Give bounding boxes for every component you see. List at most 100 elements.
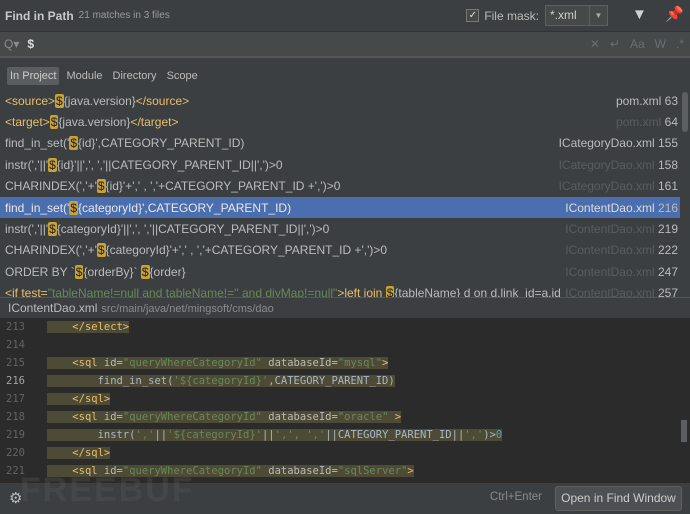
chevron-down-icon[interactable]: ▼ — [589, 6, 607, 25]
result-segment: "tableName!=null and tableName!='' and d… — [48, 286, 338, 297]
code-token: <sql — [72, 411, 104, 423]
result-row[interactable]: CHARINDEX(','+'${categoryId}'+',' , ','+… — [0, 240, 680, 261]
result-segment: {categoryId}'+',' , ','+CATEGORY_PARENT_… — [106, 243, 388, 257]
result-row[interactable]: ORDER BY `${orderBy}` ${order}IContentDa… — [0, 261, 680, 282]
code-token: id= — [104, 411, 123, 423]
result-segment: {tableName} d on d.link_id=a.id — [394, 286, 560, 297]
match-case-icon[interactable]: Aa — [630, 37, 645, 51]
file-mask-value[interactable]: *.xml — [546, 6, 589, 25]
tab-module[interactable]: Module — [63, 67, 105, 85]
tab-scope[interactable]: Scope — [164, 67, 201, 85]
match-highlight: $ — [55, 94, 64, 108]
result-line: 63 — [665, 94, 678, 108]
result-segment: {categoryId}',CATEGORY_PARENT_ID) — [78, 201, 291, 215]
result-segment: {categoryId}'||',', ','||CATEGORY_PARENT… — [57, 222, 330, 236]
tab-in-project[interactable]: In Project — [7, 67, 59, 85]
dialog-title: Find in Path — [5, 9, 74, 23]
result-segment: ORDER BY ` — [5, 265, 75, 279]
words-icon[interactable]: W — [655, 37, 666, 51]
result-text: <target>${java.version}</target> — [5, 115, 178, 129]
search-icon[interactable]: Q▾ — [4, 37, 19, 51]
result-line: 219 — [658, 222, 678, 236]
code-token: instr( — [98, 429, 136, 441]
result-file: ICategoryDao.xml — [559, 158, 655, 172]
result-line: 216 — [658, 201, 678, 215]
result-location: IContentDao.xml 222 — [565, 243, 678, 257]
code-line: instr(','||'${categoryId}'||',', ','||CA… — [47, 426, 690, 444]
result-segment: CHARINDEX(','+' — [5, 179, 97, 193]
result-file: IContentDao.xml — [565, 222, 654, 236]
result-segment: <if test= — [5, 286, 48, 297]
code-line: <sql id="queryWhereCategoryId" databaseI… — [47, 408, 690, 426]
result-segment: >left join — [337, 286, 385, 297]
result-line: 257 — [658, 286, 678, 297]
result-file: pom.xml — [616, 115, 661, 129]
code-token: "sqlServer" — [338, 465, 408, 477]
search-input[interactable]: $ — [27, 37, 34, 51]
result-location: IContentDao.xml 247 — [565, 265, 678, 279]
gear-icon[interactable]: ⚙ — [9, 489, 22, 507]
code-token: "mysql" — [338, 357, 382, 369]
code-token: </sql> — [72, 447, 110, 459]
result-row[interactable]: CHARINDEX(','+'${id}'+',' , ','+CATEGORY… — [0, 176, 680, 197]
code-token: ',', ',' — [275, 429, 326, 441]
code-token: '${categoryId}' — [167, 429, 262, 441]
result-line: 64 — [665, 115, 678, 129]
filter-icon[interactable]: ▼ — [632, 6, 647, 23]
match-highlight: $ — [48, 158, 57, 172]
file-mask-checkbox[interactable]: ✓ — [466, 9, 479, 22]
code-token: ',' — [136, 429, 155, 441]
code-token: ,CATEGORY_PARENT_ID) — [268, 375, 394, 387]
result-location: ICategoryDao.xml 158 — [559, 158, 678, 172]
code-token: databaseId= — [262, 411, 338, 423]
shortcut-hint: Ctrl+Enter — [490, 491, 542, 503]
code-token: "queryWhereCategoryId" — [123, 411, 262, 423]
results-scrollbar[interactable] — [682, 92, 688, 132]
code-token: find_in_set( — [98, 375, 174, 387]
code-token: > — [407, 465, 413, 477]
result-text: find_in_set('${id}',CATEGORY_PARENT_ID) — [5, 136, 244, 150]
result-row[interactable]: <if test="tableName!=null and tableName!… — [0, 283, 680, 297]
open-in-find-window-button[interactable]: Open in Find Window — [555, 486, 682, 511]
result-line: 155 — [658, 136, 678, 150]
multiline-icon[interactable]: ↵ — [610, 37, 620, 51]
code-token: '${categoryId}' — [173, 375, 268, 387]
code-token: > — [382, 357, 388, 369]
code-line: </select> — [47, 318, 690, 336]
clear-icon[interactable]: ✕ — [590, 37, 600, 51]
code-token: </sql> — [72, 393, 110, 405]
code-token: ||CATEGORY_PARENT_ID|| — [325, 429, 464, 441]
result-file: pom.xml — [616, 94, 661, 108]
result-location: ICategoryDao.xml 155 — [559, 136, 678, 150]
file-mask-label: File mask: — [484, 9, 539, 23]
result-row[interactable]: instr(','||'${categoryId}'||',', ','||CA… — [0, 218, 680, 239]
result-line: 158 — [658, 158, 678, 172]
tab-directory[interactable]: Directory — [110, 67, 160, 85]
result-row[interactable]: find_in_set('${id}',CATEGORY_PARENT_ID) I… — [0, 133, 680, 154]
result-file: IContentDao.xml — [565, 265, 654, 279]
result-segment: CHARINDEX(','+' — [5, 243, 97, 257]
result-location: IContentDao.xml 216 — [565, 201, 678, 215]
result-row[interactable]: <source>${java.version}</source>pom.xml … — [0, 90, 680, 111]
result-file: IContentDao.xml — [565, 243, 654, 257]
regex-icon[interactable]: .* — [676, 37, 684, 51]
result-row[interactable]: <target>${java.version}</target>pom.xml … — [0, 111, 680, 132]
watermark-logo: FREEBUF — [20, 471, 195, 510]
code-line: <sql id="queryWhereCategoryId" databaseI… — [47, 354, 690, 372]
result-segment: </source> — [136, 94, 189, 108]
result-row[interactable]: find_in_set('${categoryId}',CATEGORY_PAR… — [0, 197, 680, 218]
line-number: 219 — [0, 426, 40, 444]
result-segment: {orderBy}` — [83, 265, 140, 279]
match-highlight: $ — [141, 265, 150, 279]
result-segment: </target> — [130, 115, 178, 129]
result-location: ICategoryDao.xml 161 — [559, 179, 678, 193]
file-mask-select[interactable]: *.xml ▼ — [545, 5, 608, 26]
line-number: 214 — [0, 336, 40, 354]
file-mask: ✓ File mask: *.xml ▼ — [466, 5, 608, 26]
code-token: ',' — [464, 429, 483, 441]
result-segment: find_in_set(' — [5, 201, 69, 215]
result-row[interactable]: instr(','||'${id}'||',', ','||CATEGORY_P… — [0, 154, 680, 175]
result-file: IContentDao.xml — [565, 201, 654, 215]
code-preview[interactable]: 213 </select>214215 <sql id="queryWhereC… — [0, 318, 690, 482]
pin-icon[interactable]: 📌 — [665, 5, 684, 23]
